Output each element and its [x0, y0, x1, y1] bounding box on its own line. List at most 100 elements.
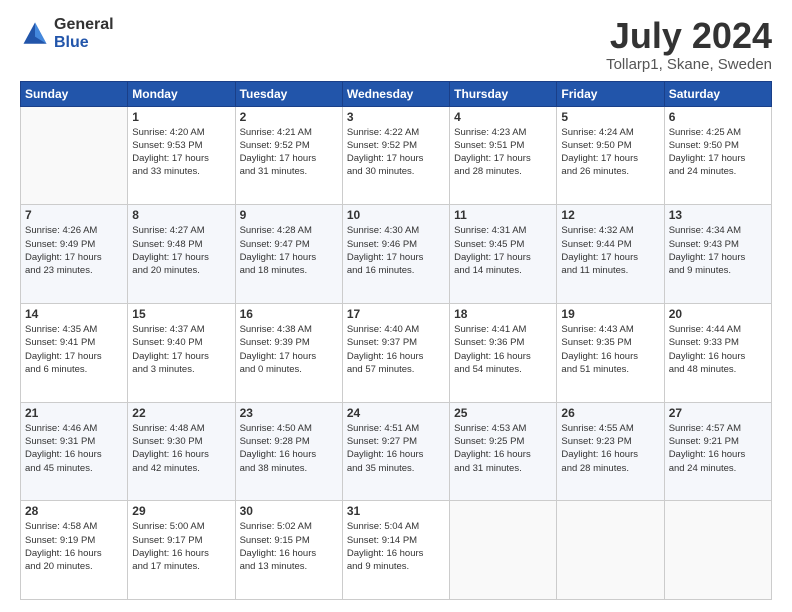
day-info: Sunrise: 4:46 AMSunset: 9:31 PMDaylight:… [25, 422, 123, 475]
main-title: July 2024 [606, 16, 772, 56]
calendar-cell: 26 Sunrise: 4:55 AMSunset: 9:23 PMDayligh… [557, 402, 664, 501]
calendar-header-cell: Tuesday [235, 81, 342, 106]
calendar-header-cell: Thursday [450, 81, 557, 106]
calendar-week-row: 28Sunrise: 4:58 AMSunset: 9:19 PMDayligh… [21, 501, 772, 600]
day-number: 13 [669, 208, 767, 222]
day-number: 29 [132, 504, 230, 518]
calendar-cell: 31 Sunrise: 5:04 AMSunset: 9:14 PMDayligh… [342, 501, 449, 600]
day-number: 10 [347, 208, 445, 222]
page: General Blue July 2024 Tollarp1, Skane, … [0, 0, 792, 612]
logo-text: General Blue [54, 16, 114, 51]
calendar-header-cell: Monday [128, 81, 235, 106]
day-info: Sunrise: 4:35 AMSunset: 9:41 PMDaylight:… [25, 323, 123, 376]
day-info: Sunrise: 4:32 AMSunset: 9:44 PMDaylight:… [561, 224, 659, 277]
day-number: 16 [240, 307, 338, 321]
day-info: Sunrise: 5:04 AMSunset: 9:14 PMDaylight:… [347, 520, 445, 573]
day-number: 15 [132, 307, 230, 321]
day-number: 1 [132, 110, 230, 124]
calendar-cell: 27 Sunrise: 4:57 AMSunset: 9:21 PMDayligh… [664, 402, 771, 501]
day-info: Sunrise: 4:57 AMSunset: 9:21 PMDaylight:… [669, 422, 767, 475]
day-info: Sunrise: 4:37 AMSunset: 9:40 PMDaylight:… [132, 323, 230, 376]
calendar-cell: 8 Sunrise: 4:27 AMSunset: 9:48 PMDaylight… [128, 205, 235, 304]
day-info: Sunrise: 4:38 AMSunset: 9:39 PMDaylight:… [240, 323, 338, 376]
header: General Blue July 2024 Tollarp1, Skane, … [20, 16, 772, 73]
day-number: 24 [347, 406, 445, 420]
day-number: 14 [25, 307, 123, 321]
calendar-cell: 19 Sunrise: 4:43 AMSunset: 9:35 PMDayligh… [557, 303, 664, 402]
calendar-cell: 21 Sunrise: 4:46 AMSunset: 9:31 PMDayligh… [21, 402, 128, 501]
calendar-cell: 7 Sunrise: 4:26 AMSunset: 9:49 PMDaylight… [21, 205, 128, 304]
calendar-cell: 17 Sunrise: 4:40 AMSunset: 9:37 PMDayligh… [342, 303, 449, 402]
day-number: 21 [25, 406, 123, 420]
calendar-cell: 11 Sunrise: 4:31 AMSunset: 9:45 PMDayligh… [450, 205, 557, 304]
day-number: 7 [25, 208, 123, 222]
title-block: July 2024 Tollarp1, Skane, Sweden [606, 16, 772, 73]
calendar-table: SundayMondayTuesdayWednesdayThursdayFrid… [20, 81, 772, 600]
day-info: Sunrise: 4:30 AMSunset: 9:46 PMDaylight:… [347, 224, 445, 277]
calendar-cell: 15 Sunrise: 4:37 AMSunset: 9:40 PMDayligh… [128, 303, 235, 402]
day-number: 20 [669, 307, 767, 321]
day-number: 6 [669, 110, 767, 124]
day-info: Sunrise: 5:02 AMSunset: 9:15 PMDaylight:… [240, 520, 338, 573]
day-number: 23 [240, 406, 338, 420]
day-number: 9 [240, 208, 338, 222]
calendar-cell: 29 Sunrise: 5:00 AMSunset: 9:17 PMDayligh… [128, 501, 235, 600]
calendar-cell: 28Sunrise: 4:58 AMSunset: 9:19 PMDayligh… [21, 501, 128, 600]
day-number: 25 [454, 406, 552, 420]
day-number: 31 [347, 504, 445, 518]
day-info: Sunrise: 4:27 AMSunset: 9:48 PMDaylight:… [132, 224, 230, 277]
day-number: 3 [347, 110, 445, 124]
day-info: Sunrise: 4:21 AMSunset: 9:52 PMDaylight:… [240, 126, 338, 179]
day-number: 26 [561, 406, 659, 420]
calendar-week-row: 7 Sunrise: 4:26 AMSunset: 9:49 PMDaylight… [21, 205, 772, 304]
calendar-cell: 2Sunrise: 4:21 AMSunset: 9:52 PMDaylight… [235, 106, 342, 205]
day-info: Sunrise: 4:41 AMSunset: 9:36 PMDaylight:… [454, 323, 552, 376]
calendar-cell: 4Sunrise: 4:23 AMSunset: 9:51 PMDaylight… [450, 106, 557, 205]
calendar-header-cell: Sunday [21, 81, 128, 106]
calendar-cell: 20 Sunrise: 4:44 AMSunset: 9:33 PMDayligh… [664, 303, 771, 402]
calendar-header-cell: Friday [557, 81, 664, 106]
calendar-header-cell: Saturday [664, 81, 771, 106]
calendar-cell: 5 Sunrise: 4:24 AMSunset: 9:50 PMDaylight… [557, 106, 664, 205]
day-info: Sunrise: 4:40 AMSunset: 9:37 PMDaylight:… [347, 323, 445, 376]
day-number: 8 [132, 208, 230, 222]
day-info: Sunrise: 4:51 AMSunset: 9:27 PMDaylight:… [347, 422, 445, 475]
day-number: 28 [25, 504, 123, 518]
calendar-cell: 25 Sunrise: 4:53 AMSunset: 9:25 PMDayligh… [450, 402, 557, 501]
calendar-cell: 30Sunrise: 5:02 AMSunset: 9:15 PMDayligh… [235, 501, 342, 600]
day-info: Sunrise: 4:22 AMSunset: 9:52 PMDaylight:… [347, 126, 445, 179]
day-number: 5 [561, 110, 659, 124]
subtitle: Tollarp1, Skane, Sweden [606, 56, 772, 73]
calendar-header-cell: Wednesday [342, 81, 449, 106]
calendar-week-row: 21 Sunrise: 4:46 AMSunset: 9:31 PMDayligh… [21, 402, 772, 501]
calendar-cell [557, 501, 664, 600]
day-info: Sunrise: 4:23 AMSunset: 9:51 PMDaylight:… [454, 126, 552, 179]
day-info: Sunrise: 4:44 AMSunset: 9:33 PMDaylight:… [669, 323, 767, 376]
day-info: Sunrise: 4:31 AMSunset: 9:45 PMDaylight:… [454, 224, 552, 277]
logo-icon [20, 19, 50, 49]
calendar-cell: 18 Sunrise: 4:41 AMSunset: 9:36 PMDayligh… [450, 303, 557, 402]
day-number: 17 [347, 307, 445, 321]
calendar-cell: 10 Sunrise: 4:30 AMSunset: 9:46 PMDayligh… [342, 205, 449, 304]
calendar-cell: 22 Sunrise: 4:48 AMSunset: 9:30 PMDayligh… [128, 402, 235, 501]
day-info: Sunrise: 4:53 AMSunset: 9:25 PMDaylight:… [454, 422, 552, 475]
calendar-header-row: SundayMondayTuesdayWednesdayThursdayFrid… [21, 81, 772, 106]
calendar-cell: 14 Sunrise: 4:35 AMSunset: 9:41 PMDayligh… [21, 303, 128, 402]
day-number: 19 [561, 307, 659, 321]
day-number: 22 [132, 406, 230, 420]
calendar-cell: 1Sunrise: 4:20 AMSunset: 9:53 PMDaylight… [128, 106, 235, 205]
calendar-cell [450, 501, 557, 600]
day-number: 27 [669, 406, 767, 420]
day-info: Sunrise: 4:55 AMSunset: 9:23 PMDaylight:… [561, 422, 659, 475]
day-info: Sunrise: 4:34 AMSunset: 9:43 PMDaylight:… [669, 224, 767, 277]
calendar-cell: 9Sunrise: 4:28 AMSunset: 9:47 PMDaylight… [235, 205, 342, 304]
calendar-cell [21, 106, 128, 205]
day-info: Sunrise: 5:00 AMSunset: 9:17 PMDaylight:… [132, 520, 230, 573]
day-info: Sunrise: 4:43 AMSunset: 9:35 PMDaylight:… [561, 323, 659, 376]
day-info: Sunrise: 4:26 AMSunset: 9:49 PMDaylight:… [25, 224, 123, 277]
day-info: Sunrise: 4:48 AMSunset: 9:30 PMDaylight:… [132, 422, 230, 475]
day-number: 18 [454, 307, 552, 321]
day-info: Sunrise: 4:24 AMSunset: 9:50 PMDaylight:… [561, 126, 659, 179]
day-number: 11 [454, 208, 552, 222]
day-number: 12 [561, 208, 659, 222]
